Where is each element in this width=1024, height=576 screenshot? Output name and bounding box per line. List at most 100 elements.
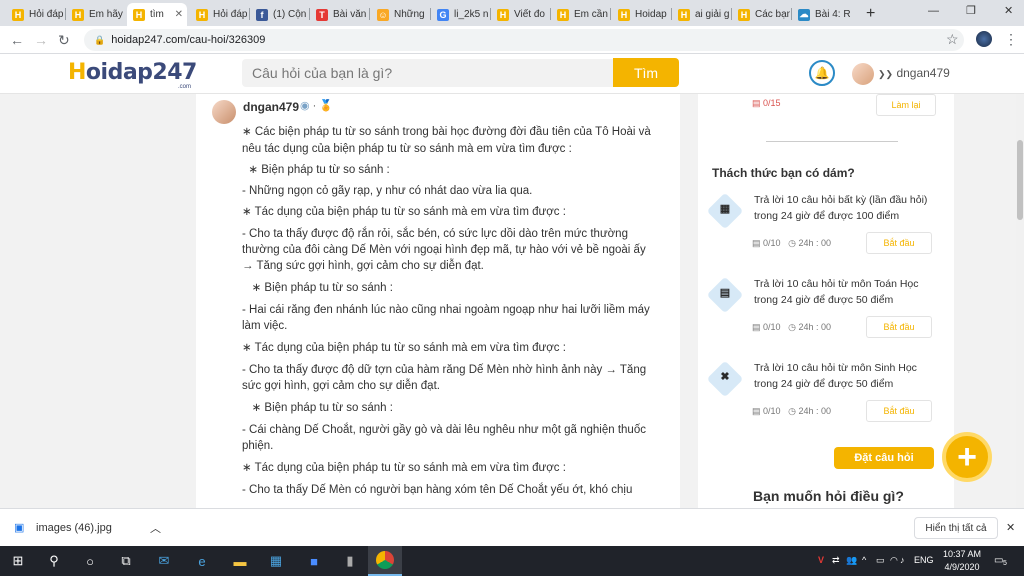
- file-explorer-icon[interactable]: ▬: [230, 551, 250, 571]
- tab-label: Em hãy: [89, 9, 123, 20]
- tab-label: Viết đo: [514, 9, 545, 20]
- chevron-up-icon[interactable]: ^: [862, 555, 866, 565]
- battery-icon[interactable]: ▭: [876, 555, 885, 566]
- logo-text: oidap247: [85, 60, 197, 85]
- maximize-button[interactable]: ❐: [966, 4, 976, 17]
- clock-icon: ◷: [788, 238, 796, 248]
- site-header: Hoidap247 .com Câu hỏi của bạn là gì? Tì…: [0, 54, 1024, 94]
- tab[interactable]: H Hoidap: [612, 3, 670, 26]
- challenge-time: 24h : 00: [798, 238, 831, 248]
- challenge-text: Trả lời 10 câu hỏi từ môn Toán Học: [754, 278, 919, 290]
- answer-line: - Cái chàng Dế Choắt, người gầy gò và dà…: [242, 424, 646, 436]
- chrome-taskbar-button[interactable]: [368, 546, 402, 576]
- answer-badges: ◉ · 🏅: [300, 100, 334, 112]
- tab[interactable]: f (1) Cộn: [250, 3, 308, 26]
- answer-line: - Cho ta thấy được độ rắn rỏi, sắc bén, …: [242, 228, 628, 240]
- site-logo[interactable]: Hoidap247: [68, 60, 197, 85]
- logo-h: H: [68, 60, 86, 85]
- tab-label: Hỏi đáp: [213, 9, 248, 20]
- forward-icon[interactable]: →: [34, 32, 48, 48]
- tab[interactable]: H Viết đo: [491, 3, 549, 26]
- tab-favicon-icon: H: [557, 8, 569, 21]
- answer-line: ∗ Tác dụng của biện pháp tu từ so sánh m…: [242, 342, 566, 354]
- scrollbar-thumb[interactable]: [1017, 140, 1023, 220]
- tab[interactable]: H Em cần: [551, 3, 609, 26]
- challenge-meta: ▤ 0/10 ◷ 24h : 00: [752, 406, 831, 417]
- doc-icon: ▤: [752, 238, 761, 248]
- zoom-icon[interactable]: ■: [304, 551, 324, 571]
- tab[interactable]: H Em hãy: [66, 3, 124, 26]
- start-challenge-button[interactable]: Bắt đầu: [866, 400, 932, 422]
- task-view-icon[interactable]: ⧉: [116, 551, 136, 571]
- taskbar: ⊞ ⚲ ○ ⧉ ✉ e ▬ ▦ ■ ▮ V ⇄ 👥 ^ ▭ ◠ ♪ ENG 10…: [0, 546, 1024, 576]
- tab[interactable]: Htìm ✕: [127, 3, 187, 26]
- cortana-icon[interactable]: ○: [80, 551, 100, 571]
- tab-favicon-icon: ☺: [377, 8, 389, 21]
- tab[interactable]: Gli_2k5 n: [431, 3, 489, 26]
- reload-icon[interactable]: ↻: [58, 32, 70, 49]
- minimize-button[interactable]: —: [928, 5, 939, 17]
- challenge-text: Trả lời 10 câu hỏi bất kỳ (lần đầu hỏi): [754, 194, 928, 206]
- avatar[interactable]: [852, 63, 874, 85]
- tab-bar: H Hỏi đáp H Em hãy Htìm ✕ H Hỏi đáp f (1) Cộn T Bài…: [0, 0, 1024, 26]
- tab[interactable]: H Hỏi đáp: [190, 3, 248, 26]
- star-icon[interactable]: ☆: [946, 31, 959, 48]
- plus-icon[interactable]: +: [942, 432, 992, 482]
- volume-icon[interactable]: ♪: [900, 555, 905, 565]
- close-icon[interactable]: ✕: [1006, 521, 1015, 534]
- answer-line: thường của đôi càng Dế Mèn với ngoại hìn…: [242, 244, 646, 256]
- tab[interactable]: H Các bạn: [732, 3, 790, 26]
- search-button[interactable]: Tìm: [613, 58, 679, 87]
- tray-lang-icon[interactable]: ⇄: [832, 555, 840, 566]
- url-field[interactable]: 🔒 hoidap247.com/cau-hoi/326309: [84, 29, 964, 51]
- language-indicator[interactable]: ENG: [914, 555, 934, 565]
- answer-line: ∗ Biện pháp tu từ so sánh :: [242, 282, 393, 294]
- tab-favicon-icon: H: [12, 8, 24, 21]
- address-bar: ← → ↻ 🔒 hoidap247.com/cau-hoi/326309 ☆ ⋮: [0, 26, 1024, 54]
- search-input[interactable]: Câu hỏi của bạn là gì?: [242, 59, 614, 87]
- store-icon[interactable]: ▦: [266, 551, 286, 571]
- answer-username[interactable]: dngan479: [243, 100, 299, 114]
- close-window-button[interactable]: ✕: [1004, 4, 1013, 17]
- menu-icon[interactable]: ⋮: [1004, 31, 1018, 48]
- challenge-icon: ▤: [706, 276, 744, 314]
- ask-question-button[interactable]: Đặt câu hỏi: [834, 447, 934, 469]
- challenge-time: 24h : 00: [798, 322, 831, 332]
- tab[interactable]: Hai giải g: [672, 3, 730, 26]
- ask-heading: Bạn muốn hỏi điều gì?: [753, 488, 904, 504]
- app-icon[interactable]: ▮: [340, 551, 360, 571]
- tray-people-icon[interactable]: 👥: [846, 555, 857, 566]
- start-challenge-button[interactable]: Bắt đầu: [866, 232, 932, 254]
- bell-icon[interactable]: 🔔: [809, 60, 835, 86]
- challenge-symbol: ▤: [719, 287, 731, 299]
- profile-icon[interactable]: [976, 31, 992, 47]
- answer-panel: dngan479 ◉ · 🏅 ∗ Các biện pháp tu từ so …: [196, 94, 680, 508]
- edge-icon[interactable]: e: [192, 551, 212, 571]
- tab-favicon-icon: H: [497, 8, 509, 21]
- tab-favicon-icon: H: [738, 8, 750, 21]
- search-icon[interactable]: ⚲: [44, 551, 64, 571]
- mail-icon[interactable]: ✉: [154, 551, 174, 571]
- tray-v-icon[interactable]: V: [818, 555, 824, 565]
- tab-close-icon[interactable]: ✕: [175, 9, 183, 20]
- show-all-button[interactable]: Hiển thị tất cả: [914, 517, 998, 539]
- tab-label: Hoidap: [635, 9, 667, 20]
- tab[interactable]: T Bài văn: [310, 3, 368, 26]
- answer-avatar[interactable]: [212, 100, 236, 124]
- redo-button[interactable]: Làm lại: [876, 94, 936, 116]
- windows-start-icon[interactable]: ⊞: [8, 551, 28, 571]
- start-challenge-button[interactable]: Bắt đầu: [866, 316, 932, 338]
- tab[interactable]: H Hỏi đáp: [6, 3, 64, 26]
- chevron-up-icon[interactable]: ︿: [150, 520, 161, 536]
- tab-favicon-icon: T: [316, 8, 328, 21]
- search-placeholder: Câu hỏi của bạn là gì?: [252, 65, 393, 81]
- clock-time[interactable]: 10:37 AM: [942, 549, 982, 559]
- new-tab-button[interactable]: +: [866, 5, 875, 23]
- back-icon[interactable]: ←: [10, 32, 24, 48]
- tab[interactable]: ☁ Bài 4: R: [792, 3, 850, 26]
- download-filename[interactable]: images (46).jpg: [36, 522, 112, 534]
- tab[interactable]: ☺ Những: [371, 3, 429, 26]
- clock-date[interactable]: 4/9/2020: [942, 562, 982, 572]
- user-menu[interactable]: ❯❯ dngan479: [878, 66, 950, 80]
- network-icon[interactable]: ◠: [890, 555, 898, 566]
